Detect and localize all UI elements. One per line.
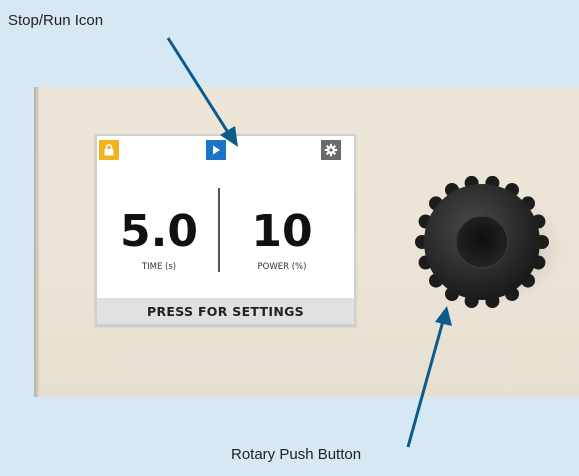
arrow-to-rotary-button (406, 306, 452, 448)
rotary-push-button-callout: Rotary Push Button (231, 446, 362, 463)
callout-arrows (166, 37, 452, 448)
arrow-to-stop-run-icon (166, 37, 238, 147)
